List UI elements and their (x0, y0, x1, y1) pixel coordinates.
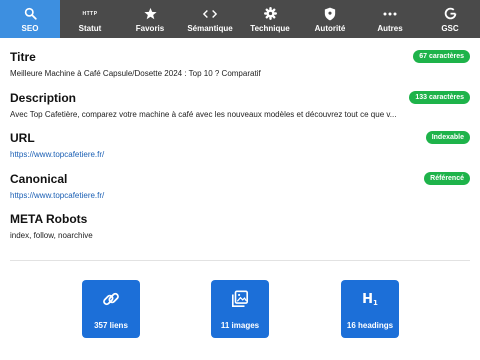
divider (10, 260, 470, 261)
shield-icon (324, 6, 336, 22)
canonical-heading: Canonical (10, 172, 68, 186)
search-icon (24, 6, 37, 22)
h1-icon: H1 (362, 288, 378, 310)
tab-label: SEO (21, 23, 39, 33)
tab-label: Favoris (135, 23, 165, 33)
tab-autres[interactable]: Autres (360, 0, 420, 38)
title-value: Meilleure Machine à Café Capsule/Dosette… (10, 69, 261, 78)
tab-favoris[interactable]: Favoris (120, 0, 180, 38)
tab-label: GSC (441, 23, 459, 33)
images-card[interactable]: 11 images (211, 280, 269, 338)
http-icon-text: HTTP (82, 10, 98, 17)
meta-robots-section: META Robots index, follow, noarchive (10, 212, 470, 246)
tab-label: Autorité (314, 23, 346, 33)
description-heading: Description (10, 91, 77, 105)
link-icon (102, 288, 120, 310)
http-icon: HTTP (82, 6, 97, 22)
url-link[interactable]: https://www.topcafetiere.fr/ (10, 150, 460, 159)
code-icon (203, 6, 217, 22)
title-heading: Titre (10, 50, 36, 64)
tab-semantique[interactable]: Sémantique (180, 0, 240, 38)
tab-autorite[interactable]: Autorité (300, 0, 360, 38)
url-section: URL Indexable https://www.topcafetiere.f… (10, 131, 470, 165)
tab-label: Autres (377, 23, 403, 33)
tab-label: Sémantique (187, 23, 233, 33)
images-icon (231, 288, 249, 310)
tab-gsc[interactable]: GSC (420, 0, 480, 38)
headings-card[interactable]: H1 16 headings (341, 280, 399, 338)
headings-count: 16 headings (346, 321, 394, 330)
meta-robots-value: index, follow, noarchive (10, 231, 93, 240)
description-length-badge: 133 caractères (409, 91, 470, 104)
canonical-badge: Référencé (424, 172, 470, 185)
tab-technique[interactable]: Technique (240, 0, 300, 38)
description-value: Avec Top Cafetière, comparez votre machi… (10, 110, 397, 119)
gear-icon (263, 6, 277, 22)
tab-label: Statut (78, 23, 102, 33)
meta-robots-heading: META Robots (10, 212, 88, 226)
tab-bar: SEO HTTP Statut Favoris Sémantique Techn… (0, 0, 480, 38)
star-icon (143, 6, 157, 22)
tab-statut[interactable]: HTTP Statut (60, 0, 120, 38)
canonical-link[interactable]: https://www.topcafetiere.fr/ (10, 191, 460, 200)
title-length-badge: 67 caractères (413, 50, 470, 63)
h1-icon-number: 1 (373, 298, 378, 307)
tab-seo[interactable]: SEO (0, 0, 60, 38)
more-icon (383, 6, 397, 22)
url-heading: URL (10, 131, 35, 145)
h1-icon-letter: H (362, 291, 373, 307)
links-count: 357 liens (94, 321, 128, 330)
indexable-badge: Indexable (425, 131, 470, 144)
canonical-section: Canonical Référencé https://www.topcafet… (10, 172, 470, 206)
google-icon (444, 6, 457, 22)
description-section: Description 133 caractères Avec Top Cafe… (10, 91, 470, 125)
links-card[interactable]: 357 liens (82, 280, 140, 338)
images-count: 11 images (220, 321, 260, 330)
title-section: Titre 67 caractères Meilleure Machine à … (10, 50, 470, 84)
tab-label: Technique (250, 23, 290, 33)
